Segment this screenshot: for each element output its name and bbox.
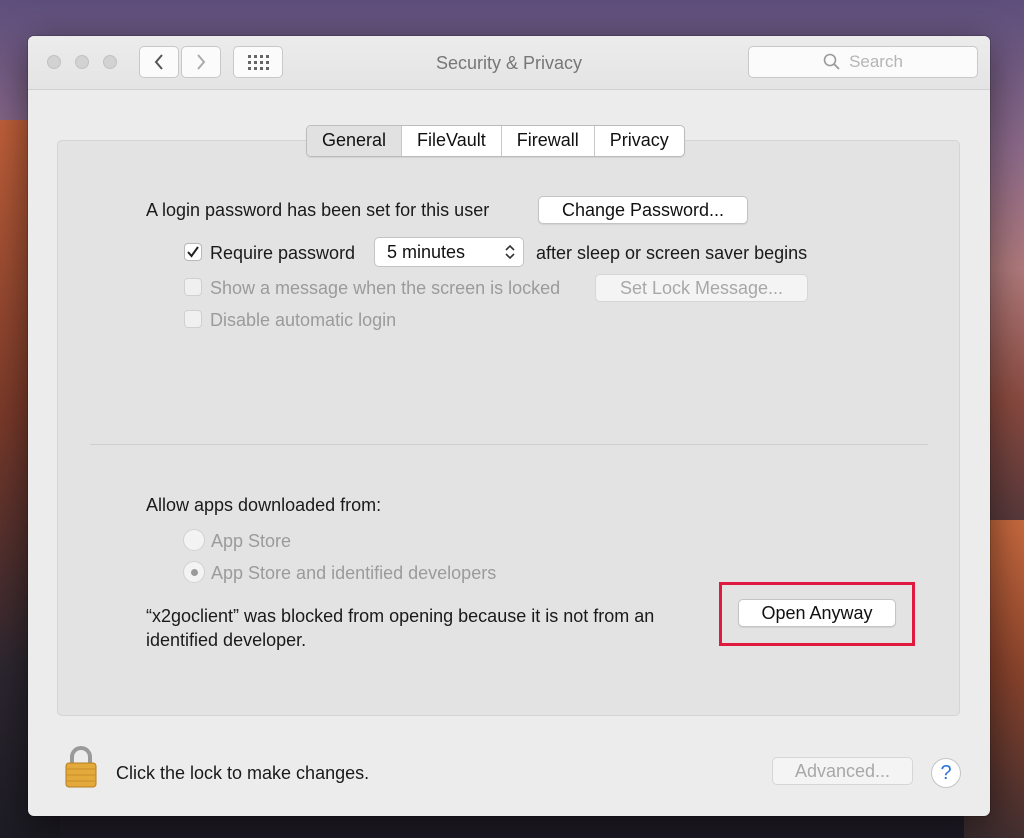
section-divider [90,444,928,445]
radio-identified-developers[interactable] [183,561,205,583]
blocked-message-line2: identified developer. [146,630,307,650]
require-password-label: Require password [210,243,356,263]
tab-privacy[interactable]: Privacy [593,126,684,156]
lock-text: Click the lock to make changes. [116,763,370,783]
after-sleep-text: after sleep or screen saver begins [536,243,808,263]
password-delay-value: 5 minutes [387,241,466,262]
search-icon [823,53,840,70]
tab-bar: General FileVault Firewall Privacy [306,125,685,157]
advanced-button[interactable]: Advanced... [772,757,913,785]
search-placeholder: Search [849,52,903,71]
stepper-arrows-icon [505,244,515,260]
lock-button[interactable] [64,746,98,788]
require-password-checkbox[interactable] [184,243,202,261]
radio-app-store[interactable] [183,529,205,551]
search-field[interactable]: Search [748,46,978,78]
show-message-checkbox[interactable] [184,278,202,296]
tab-general[interactable]: General [307,126,402,156]
login-password-text: A login password has been set for this u… [146,200,490,220]
radio-identified-developers-label: App Store and identified developers [211,563,497,583]
radio-app-store-label: App Store [211,531,292,551]
change-password-button[interactable]: Change Password... [538,196,748,224]
blocked-message-line1: “x2goclient” was blocked from opening be… [146,606,655,626]
radio-selected-dot [190,568,198,576]
checkmark-icon [187,246,199,258]
tab-firewall[interactable]: Firewall [500,126,594,156]
titlebar: Security & Privacy Search [28,36,990,90]
tab-filevault[interactable]: FileVault [401,126,501,156]
disable-auto-login-checkbox[interactable] [184,310,202,328]
help-button[interactable]: ? [931,758,961,788]
highlight-box [719,582,915,646]
preferences-window: Security & Privacy Search General FileVa… [28,36,990,816]
lock-icon [65,746,97,788]
show-message-label: Show a message when the screen is locked [210,278,561,298]
allow-apps-label: Allow apps downloaded from: [146,495,382,515]
disable-auto-login-label: Disable automatic login [210,310,397,330]
set-lock-message-button[interactable]: Set Lock Message... [595,274,808,302]
password-delay-select[interactable]: 5 minutes [374,237,524,267]
